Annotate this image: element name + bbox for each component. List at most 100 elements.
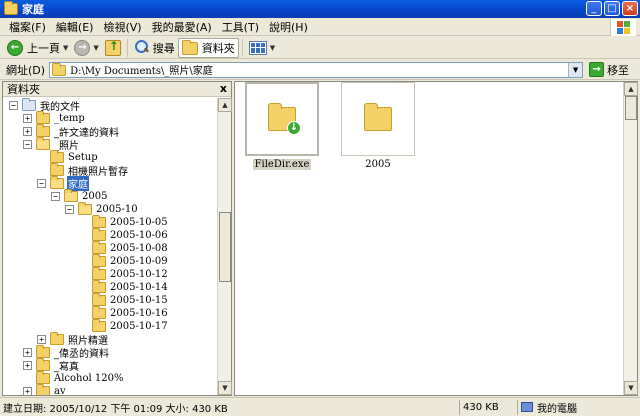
folder-icon	[52, 63, 67, 76]
back-button[interactable]: ← 上一頁 ▼	[4, 38, 71, 58]
maximize-button[interactable]: □	[604, 1, 620, 16]
search-button[interactable]: 搜尋	[131, 38, 178, 58]
go-label: 移至	[607, 63, 630, 77]
scroll-thumb[interactable]	[219, 212, 231, 282]
status-bar: 建立日期: 2005/10/12 下午 01:09 大小: 430 KB 430…	[0, 397, 640, 416]
tree-item[interactable]: 2005-10-06	[79, 228, 169, 242]
tree-item[interactable]: 2005-10-14	[79, 280, 169, 294]
status-zone: 我的電腦	[518, 400, 640, 415]
scroll-thumb[interactable]	[625, 96, 637, 120]
minimize-button[interactable]: _	[586, 1, 602, 16]
tree-item[interactable]: 2005-10-12	[79, 267, 169, 281]
up-button[interactable]	[102, 38, 124, 58]
folder-icon	[50, 150, 64, 163]
status-zone-label: 我的電腦	[537, 403, 577, 415]
tree-item[interactable]: 2005-10-15	[79, 293, 169, 307]
chevron-down-icon[interactable]: ▼	[270, 44, 275, 52]
menu-help[interactable]: 說明(H)	[264, 19, 313, 35]
folders-button[interactable]: 資料夾	[177, 37, 239, 58]
folder-icon	[364, 103, 392, 131]
file-label: FileDir.exe	[252, 159, 312, 170]
open-folder-icon	[64, 189, 78, 202]
folder-icon	[92, 306, 106, 319]
folder-item[interactable]: 2005	[339, 82, 417, 170]
folders-pane: 資料夾 x − 我的文件 + _temp + _許文達的資料 − _照片 Setup 相機照片暫存…	[2, 81, 232, 396]
menu-edit[interactable]: 編輯(E)	[51, 19, 99, 35]
menu-tools[interactable]: 工具(T)	[217, 19, 264, 35]
tree-item-label: 2005-10	[96, 204, 138, 215]
scroll-down-icon[interactable]: ▼	[624, 381, 638, 395]
scroll-up-icon[interactable]: ▲	[624, 82, 638, 96]
folder-icon	[50, 332, 64, 345]
collapse-icon[interactable]: −	[9, 101, 18, 110]
folder-icon	[92, 280, 106, 293]
expand-icon[interactable]: +	[23, 387, 32, 395]
expand-icon[interactable]: +	[37, 335, 46, 344]
expand-icon[interactable]: +	[23, 361, 32, 370]
menu-view[interactable]: 檢視(V)	[98, 19, 146, 35]
address-input[interactable]: D:\My Documents\_照片\家庭 ▼	[49, 61, 584, 78]
folder-icon	[36, 124, 50, 137]
folder-icon	[36, 371, 50, 384]
tree-item-label: 我的文件	[40, 102, 80, 113]
menu-file[interactable]: 檔案(F)	[4, 19, 51, 35]
folder-label: 2005	[365, 159, 391, 170]
folder-up-icon	[104, 39, 121, 56]
tree-item-label: Setup	[68, 152, 98, 163]
tree-item[interactable]: + _寫真	[23, 358, 80, 373]
close-icon[interactable]: x	[220, 82, 227, 95]
expand-icon[interactable]: +	[23, 127, 32, 136]
tree-item-label: av	[54, 386, 66, 395]
go-button[interactable]: → 移至	[589, 62, 629, 78]
menu-favorites[interactable]: 我的最愛(A)	[147, 19, 217, 35]
expand-icon[interactable]: +	[23, 114, 32, 123]
search-icon	[134, 40, 149, 55]
folder-icon	[36, 111, 50, 124]
tree-item-label: 2005-10-14	[110, 282, 168, 293]
back-label: 上一頁	[27, 41, 60, 55]
folder-icon	[92, 228, 106, 241]
forward-button[interactable]: → ▼	[71, 38, 101, 58]
tree-item[interactable]: 2005-10-09	[79, 254, 169, 268]
file-item[interactable]: ↓ FileDir.exe	[243, 82, 321, 170]
toolbar-divider	[241, 38, 243, 57]
chevron-down-icon[interactable]: ▼	[63, 44, 68, 52]
my-computer-icon	[521, 402, 533, 412]
folder-icon	[92, 293, 106, 306]
close-button[interactable]: ×	[622, 1, 638, 16]
content-scrollbar[interactable]: ▲ ▼	[623, 82, 638, 395]
tree-item[interactable]: − 我的文件	[9, 98, 81, 113]
status-size: 430 KB	[460, 399, 518, 415]
folder-tree-scrollbar[interactable]: ▲ ▼	[217, 98, 232, 395]
tree-item-label: 2005	[82, 191, 108, 202]
tree-item-label: 2005-10-08	[110, 243, 168, 254]
scroll-down-icon[interactable]: ▼	[218, 381, 232, 395]
search-label: 搜尋	[152, 41, 175, 55]
views-button[interactable]: ▼	[246, 38, 278, 58]
tree-item[interactable]: 2005-10-05	[79, 215, 169, 229]
address-path: D:\My Documents\_照片\家庭	[70, 66, 213, 77]
content-pane: ↓ FileDir.exe 2005 ▲ ▼	[234, 81, 638, 396]
windows-logo-icon	[610, 19, 636, 36]
tree-item[interactable]: 2005-10-08	[79, 241, 169, 255]
tree-item-label: 2005-10-09	[110, 256, 168, 267]
collapse-icon[interactable]: −	[51, 192, 60, 201]
address-label: 網址(D)	[6, 63, 46, 77]
expand-icon[interactable]: +	[23, 348, 32, 357]
tree-item[interactable]: − 2005-10	[65, 202, 139, 216]
folder-icon	[36, 345, 50, 358]
chevron-down-icon[interactable]: ▼	[93, 44, 98, 52]
folder-icon	[92, 319, 106, 332]
tree-item[interactable]: − 家庭	[37, 176, 89, 191]
folders-pane-header: 資料夾 x	[3, 82, 231, 97]
tree-item[interactable]: 2005-10-16	[79, 306, 169, 320]
scroll-up-icon[interactable]: ▲	[218, 98, 232, 112]
collapse-icon[interactable]: −	[37, 179, 46, 188]
tree-item-label: 2005-10-17	[110, 321, 168, 332]
collapse-icon[interactable]: −	[23, 140, 32, 149]
tree-item[interactable]: + av	[23, 384, 67, 395]
folder-icon	[181, 40, 198, 55]
chevron-down-icon[interactable]: ▼	[568, 62, 583, 77]
title-bar[interactable]: 家庭 _ □ ×	[0, 0, 640, 18]
collapse-icon[interactable]: −	[65, 205, 74, 214]
